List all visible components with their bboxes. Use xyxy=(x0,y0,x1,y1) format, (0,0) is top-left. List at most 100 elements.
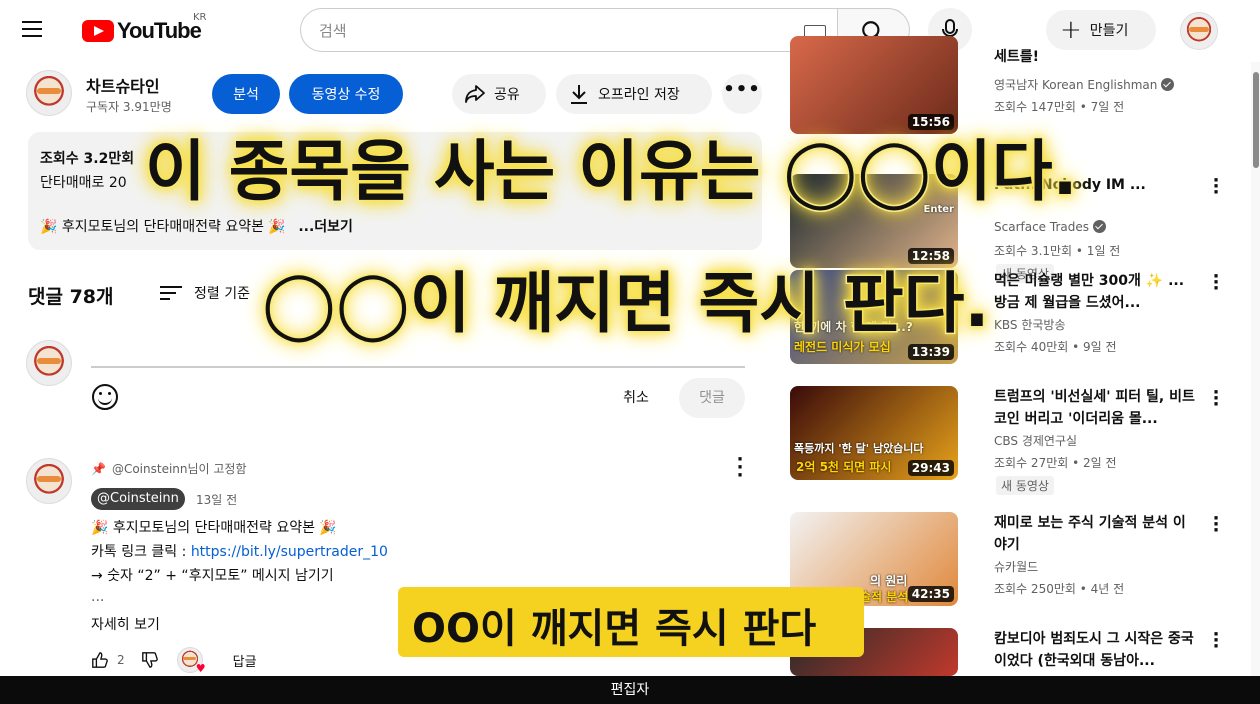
video-menu-icon[interactable]: · · · xyxy=(1208,626,1224,656)
create-label: 만들기 xyxy=(1089,23,1129,39)
comment-line-1: 🎉 후지모토님의 단타매매전략 요약본 🎉 xyxy=(91,520,337,536)
comment-input[interactable] xyxy=(91,366,745,368)
subscriber-count: 구독자 3.91만명 xyxy=(86,100,172,114)
show-more-link[interactable]: ...더보기 xyxy=(298,219,353,235)
video-title[interactable]: 세트를! xyxy=(994,46,1198,68)
read-more-link[interactable]: 자세히 보기 xyxy=(91,614,160,634)
new-video-badge: 새 동영상 xyxy=(996,476,1054,495)
verified-icon xyxy=(1092,220,1106,233)
like-icon[interactable] xyxy=(91,651,109,669)
comment-count: 댓글 78개 xyxy=(28,286,114,308)
thumbnail-text: 술적 분석 xyxy=(860,590,909,604)
thumbnail-text: 의 원리 xyxy=(870,574,908,588)
subtitle-text: OO이 깨지면 즉시 판다 xyxy=(412,606,817,652)
editor-bar: 편집자 xyxy=(0,676,1260,704)
comment-author-avatar[interactable] xyxy=(26,458,72,504)
video-meta: 조회수 147만회 • 7일 전 xyxy=(994,100,1125,114)
thumbnail-text: 2억 5천 되면 파시 xyxy=(796,460,892,474)
view-count: 조회수 3.2만회 xyxy=(40,151,135,167)
channel-name[interactable]: 차트슈타인 xyxy=(86,73,160,97)
overlay-caption-2: ◯◯이 깨지면 즉시 판다. xyxy=(261,264,991,344)
region-code: KR xyxy=(193,12,207,23)
menu-icon[interactable] xyxy=(22,16,58,46)
dislike-icon[interactable] xyxy=(141,651,159,669)
thumbnail-text: 폭등까지 '한 달' 남았습니다 xyxy=(794,442,924,455)
my-avatar xyxy=(26,340,72,386)
video-channel[interactable]: CBS 경제연구실 xyxy=(994,432,1077,449)
comment-time[interactable]: 13일 전 xyxy=(196,491,237,508)
account-avatar[interactable] xyxy=(1180,12,1218,50)
sort-button[interactable]: 정렬 기준 xyxy=(160,282,250,304)
share-label: 공유 xyxy=(494,87,520,103)
search-input[interactable] xyxy=(319,20,779,42)
video-title[interactable]: 캄보디아 범죄도시 그 시작은 중국이었다 (한국외대 동남아... xyxy=(994,628,1198,672)
video-channel-name: 영국남자 Korean Englishman xyxy=(994,78,1158,92)
related-video-item[interactable]: 29:43 폭등까지 '한 달' 남았습니다 2억 5천 되면 파시 트럼프의 '비선… xyxy=(790,384,1240,496)
sort-icon xyxy=(160,282,182,304)
more-actions-button[interactable]: ••• xyxy=(722,74,762,114)
video-menu-icon[interactable]: · · · xyxy=(1208,384,1224,414)
comment-actions: 2 ♥ 답글 xyxy=(91,647,257,675)
comment-link[interactable]: https://bit.ly/supertrader_10 xyxy=(191,544,388,560)
video-meta: 조회수 27만회 • 2일 전 xyxy=(994,456,1117,470)
video-duration: 42:35 xyxy=(907,586,954,602)
video-title[interactable]: 재미로 보는 주식 기술적 분석 이야기 xyxy=(994,512,1198,556)
video-channel-name: KBS 한국방송 xyxy=(994,318,1066,332)
scrollbar-thumb[interactable] xyxy=(1253,72,1259,168)
comment-link-prefix: 카톡 링크 클릭 : xyxy=(91,544,191,560)
offline-save-button[interactable]: 오프라인 저장 xyxy=(556,74,712,114)
comment-line-2: 카톡 링크 클릭 : https://bit.ly/supertrader_10 xyxy=(91,541,388,561)
search-box xyxy=(300,8,838,52)
video-channel[interactable]: 슈카월드 xyxy=(994,558,1038,575)
video-meta: 조회수 3.1만회 • 1일 전 xyxy=(994,244,1121,258)
video-menu-icon[interactable]: · · · xyxy=(1208,172,1224,202)
video-duration: 29:43 xyxy=(907,460,954,476)
creator-heart[interactable]: ♥ xyxy=(176,647,206,675)
video-duration: 13:39 xyxy=(907,344,954,360)
video-channel[interactable]: Scarface Trades xyxy=(994,220,1106,234)
reply-button[interactable]: 답글 xyxy=(233,651,257,670)
emoji-icon[interactable] xyxy=(92,384,118,410)
description-summary-text: 🎉 후지모토님의 단타매매전략 요약본 🎉 xyxy=(40,219,286,235)
video-meta: 조회수 250만회 • 4년 전 xyxy=(994,582,1125,596)
create-button[interactable]: + 만들기 xyxy=(1046,10,1156,50)
share-button[interactable]: 공유 xyxy=(452,74,546,114)
pin-icon: 📌 xyxy=(91,461,106,476)
sort-label: 정렬 기준 xyxy=(194,286,250,302)
comment-menu-icon[interactable]: · · · xyxy=(730,451,750,485)
comment-author[interactable]: @Coinsteinn xyxy=(91,488,185,510)
overlay-caption-1: 이 종목을 사는 이유는 ◯◯이다. xyxy=(144,132,1080,212)
channel-avatar[interactable] xyxy=(26,70,72,116)
video-thumbnail[interactable]: 29:43 폭등까지 '한 달' 남았습니다 2억 5천 되면 파시 xyxy=(790,386,958,480)
download-icon xyxy=(571,85,587,104)
video-meta: 조회수 40만회 • 9일 전 xyxy=(994,340,1117,354)
like-count: 2 xyxy=(117,653,125,667)
offline-label: 오프라인 저장 xyxy=(598,87,680,103)
video-channel[interactable]: KBS 한국방송 xyxy=(994,316,1065,333)
verified-icon xyxy=(1161,78,1175,91)
pinned-by-text: @Coinsteinn님이 고정함 xyxy=(111,462,247,476)
logo-text: YouTube xyxy=(117,18,202,43)
video-title[interactable]: 트럼프의 '비선실세' 피터 틸, 비트코인 버리고 '이더리움 몰... xyxy=(994,386,1198,430)
share-icon xyxy=(465,85,485,103)
comment-line-4: ... xyxy=(91,589,105,605)
video-channel-name: Scarface Trades xyxy=(994,220,1089,234)
analytics-button[interactable]: 분석 xyxy=(212,74,280,114)
description-text: 단타매매로 20 xyxy=(40,175,127,191)
youtube-play-icon xyxy=(82,20,114,42)
plus-icon: + xyxy=(1060,15,1082,45)
comment-line-3: → 숫자 “2” + “후지모토” 메시지 남기기 xyxy=(91,568,334,584)
youtube-logo[interactable]: YouTube xyxy=(82,18,202,44)
video-channel-name: CBS 경제연구실 xyxy=(994,434,1078,448)
comment-submit-button[interactable]: 댓글 xyxy=(679,378,745,418)
video-title[interactable]: 먹은 미슐랭 별만 300개 ✨ ... 방금 제 월급을 드셨어... xyxy=(994,270,1198,314)
cancel-button[interactable]: 취소 xyxy=(604,379,668,417)
video-menu-icon[interactable]: · · · xyxy=(1208,268,1224,298)
video-channel-name: 슈카월드 xyxy=(994,560,1039,574)
pinned-label: 📌 @Coinsteinn님이 고정함 xyxy=(91,460,247,477)
heart-icon: ♥ xyxy=(195,662,206,675)
video-menu-icon[interactable]: · · · xyxy=(1208,510,1224,540)
video-channel[interactable]: 영국남자 Korean Englishman xyxy=(994,76,1175,93)
edit-video-button[interactable]: 동영상 수정 xyxy=(289,74,403,114)
description-summary: 🎉 후지모토님의 단타매매전략 요약본 🎉 ...더보기 xyxy=(40,216,353,236)
